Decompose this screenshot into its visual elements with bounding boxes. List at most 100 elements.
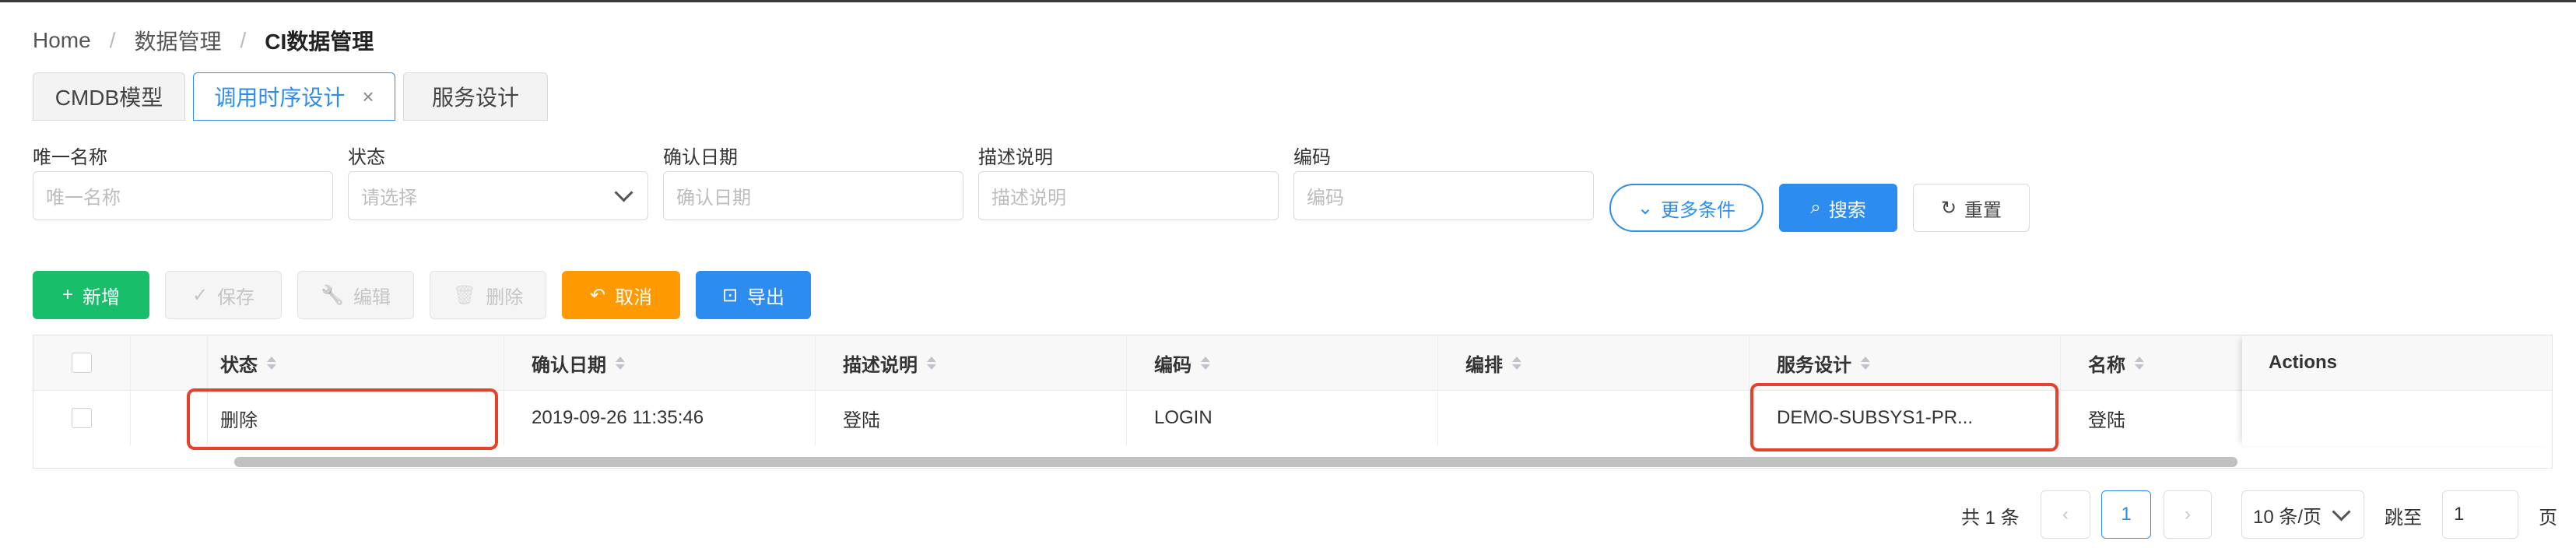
actions-column-fixed xyxy=(2242,335,2552,446)
filter-label: 状态 xyxy=(348,147,385,168)
tab-label: CMDB模型 xyxy=(54,86,163,110)
sort-icon[interactable] xyxy=(2135,356,2144,370)
pagination: 共 1 条 ‹ 1 › 10 条/页 跳至 1 页 xyxy=(0,490,2576,540)
column-header-description[interactable]: 描述说明 xyxy=(843,335,936,390)
placeholder: 请选择 xyxy=(361,188,417,209)
check-icon: ✓ xyxy=(191,284,209,306)
column-header-label: 描述说明 xyxy=(843,354,918,376)
column-header-label: 状态 xyxy=(220,354,258,376)
column-header-label: 名称 xyxy=(2088,354,2125,376)
button-label: 编辑 xyxy=(353,286,391,308)
filter-label: 编码 xyxy=(1293,147,1331,168)
button-label: 取消 xyxy=(615,286,653,308)
tab-bar: CMDB模型 调用时序设计 × 服务设计 xyxy=(33,72,548,121)
placeholder: 确认日期 xyxy=(676,188,751,209)
page-size-select[interactable]: 10 条/页 xyxy=(2241,490,2364,539)
window-top-border xyxy=(0,0,2576,2)
tab-label: 调用时序设计 xyxy=(214,86,346,110)
cancel-button[interactable]: ↶ 取消 xyxy=(562,271,680,319)
filter-label: 唯一名称 xyxy=(33,147,107,168)
page-suffix: 页 xyxy=(2539,507,2557,529)
button-label: 新增 xyxy=(82,286,120,308)
search-button[interactable]: ⌕ 搜索 xyxy=(1779,184,1897,232)
code-input[interactable]: 编码 xyxy=(1293,171,1594,220)
chevron-down-icon xyxy=(2332,501,2351,522)
search-icon: ⌕ xyxy=(1810,197,1821,218)
column-header-status[interactable]: 状态 xyxy=(220,335,276,390)
column-header-label: 服务设计 xyxy=(1777,354,1851,376)
page-size-value: 10 条/页 xyxy=(2253,506,2322,528)
edit-button[interactable]: 🔧 编辑 xyxy=(297,271,414,319)
filter-unique-name: 唯一名称 唯一名称 xyxy=(33,142,348,220)
sort-icon[interactable] xyxy=(616,356,625,370)
export-button[interactable]: ⊡ 导出 xyxy=(696,271,811,319)
sort-icon[interactable] xyxy=(927,356,936,370)
jump-page-value: 1 xyxy=(2454,504,2465,525)
save-button[interactable]: ✓ 保存 xyxy=(165,271,282,319)
page-number: 1 xyxy=(2121,504,2132,525)
status-select[interactable]: 请选择 xyxy=(348,171,648,220)
cell-name: 登陆 xyxy=(2088,409,2125,431)
tab-label: 服务设计 xyxy=(431,86,519,110)
cell-confirm-date: 2019-09-26 11:35:46 xyxy=(532,407,704,428)
button-label: 导出 xyxy=(747,286,785,308)
sort-icon[interactable] xyxy=(1201,356,1210,370)
trash-icon: 🗑 xyxy=(452,284,477,306)
chevron-down-icon xyxy=(614,183,633,202)
cell-description: 登陆 xyxy=(843,409,880,431)
cell-code: LOGIN xyxy=(1154,407,1213,428)
description-input[interactable]: 描述说明 xyxy=(978,171,1279,220)
jump-page-input[interactable]: 1 xyxy=(2442,490,2518,539)
button-label: 保存 xyxy=(217,286,255,308)
button-label: 删除 xyxy=(486,286,524,308)
breadcrumb-home[interactable]: Home xyxy=(33,28,91,53)
chevron-right-icon: › xyxy=(2185,504,2191,525)
unique-name-input[interactable]: 唯一名称 xyxy=(33,171,333,220)
reset-button[interactable]: ↻ 重置 xyxy=(1913,184,2030,232)
delete-button[interactable]: 🗑 删除 xyxy=(430,271,546,319)
close-icon[interactable]: × xyxy=(362,85,374,109)
table-header: 状态 确认日期 描述说明 编码 编排 服务设计 名称 Actions xyxy=(33,335,2552,391)
breadcrumb-separator: / xyxy=(240,28,247,52)
header-select-all xyxy=(33,335,130,390)
column-header-label: 编排 xyxy=(1465,354,1503,376)
export-icon: ⊡ xyxy=(721,284,739,306)
data-table: 状态 确认日期 描述说明 编码 编排 服务设计 名称 Actions 删除 20… xyxy=(33,335,2553,469)
highlight-status-cell xyxy=(187,388,498,450)
column-header-code[interactable]: 编码 xyxy=(1154,335,1210,390)
confirm-date-input[interactable]: 确认日期 xyxy=(663,171,963,220)
chevron-down-icon: ⌄ xyxy=(1637,197,1654,219)
placeholder: 唯一名称 xyxy=(46,188,121,209)
refresh-icon: ↻ xyxy=(1940,197,1957,219)
sort-icon[interactable] xyxy=(267,356,276,370)
filter-label: 描述说明 xyxy=(978,147,1053,168)
horizontal-scrollbar[interactable] xyxy=(234,457,2237,467)
sort-icon[interactable] xyxy=(1861,356,1870,370)
highlight-service-design-cell xyxy=(1750,383,2058,451)
button-label: 重置 xyxy=(1964,199,2002,221)
breadcrumb-data-management[interactable]: 数据管理 xyxy=(134,25,221,56)
wrench-icon: 🔧 xyxy=(321,284,344,306)
tab-cmdb-model[interactable]: CMDB模型 xyxy=(33,72,185,121)
column-header-name[interactable]: 名称 xyxy=(2088,335,2144,390)
column-header-confirm-date[interactable]: 确认日期 xyxy=(532,335,625,390)
filter-status: 状态 请选择 xyxy=(348,142,663,220)
sort-icon[interactable] xyxy=(1512,356,1521,370)
page-1-button[interactable]: 1 xyxy=(2101,490,2151,539)
row-checkbox[interactable] xyxy=(72,408,92,428)
filter-label: 确认日期 xyxy=(663,147,738,168)
placeholder: 描述说明 xyxy=(991,188,1066,209)
jump-label: 跳至 xyxy=(2385,507,2422,529)
column-header-label: 编码 xyxy=(1154,354,1191,376)
tab-service-design[interactable]: 服务设计 xyxy=(403,72,548,121)
breadcrumb-separator: / xyxy=(109,28,116,52)
add-button[interactable]: + 新增 xyxy=(33,271,149,319)
more-conditions-button[interactable]: ⌄ 更多条件 xyxy=(1609,184,1764,232)
tab-call-sequence-design[interactable]: 调用时序设计 × xyxy=(193,72,395,121)
prev-page-button[interactable]: ‹ xyxy=(2041,490,2090,539)
action-toolbar: + 新增 ✓ 保存 🔧 编辑 🗑 删除 ↶ 取消 ⊡ 导出 xyxy=(33,271,811,319)
column-header-service-design[interactable]: 服务设计 xyxy=(1777,335,1870,390)
select-all-checkbox[interactable] xyxy=(72,353,92,373)
column-header-orchestration[interactable]: 编排 xyxy=(1465,335,1521,390)
next-page-button[interactable]: › xyxy=(2164,490,2212,539)
